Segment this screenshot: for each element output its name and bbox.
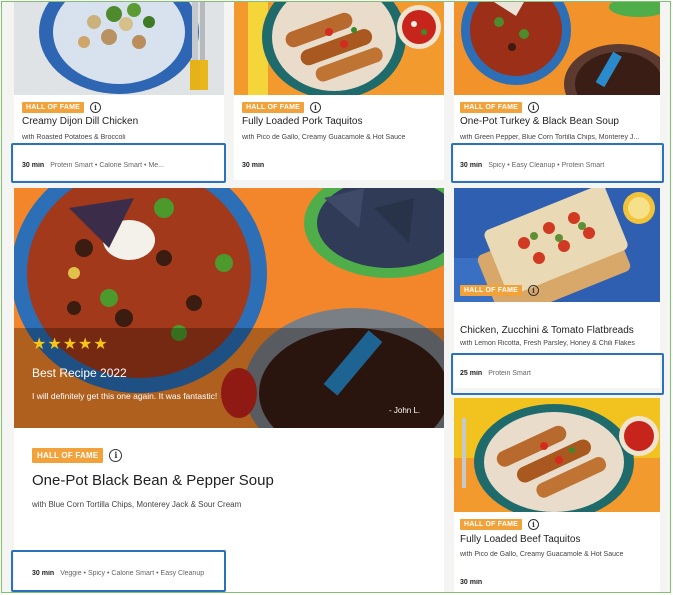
recipe-title[interactable]: Creamy Dijon Dill Chicken bbox=[22, 116, 138, 127]
recipe-subtitle: with Blue Corn Tortilla Chips, Monterey … bbox=[32, 500, 242, 509]
recipe-subtitle: with Green Pepper, Blue Corn Tortilla Ch… bbox=[460, 134, 640, 141]
recipe-subtitle: with Roasted Potatoes & Broccoli bbox=[22, 134, 126, 141]
recipe-title[interactable]: Fully Loaded Beef Taquitos bbox=[460, 534, 580, 545]
featured-recipe-card[interactable]: ★★★★★ Best Recipe 2022 I will definitely… bbox=[14, 188, 444, 592]
hall-of-fame-badge: HALL OF FAME bbox=[460, 519, 522, 530]
hall-of-fame-badge: HALL OF FAME bbox=[32, 448, 104, 463]
recipe-image[interactable] bbox=[454, 398, 660, 512]
cook-time: 30 min bbox=[242, 162, 265, 169]
highlight-box bbox=[451, 143, 664, 183]
recipe-image[interactable] bbox=[14, 2, 224, 95]
recipe-title[interactable]: One-Pot Turkey & Black Bean Soup bbox=[460, 116, 619, 127]
recipe-title[interactable]: One-Pot Black Bean & Pepper Soup bbox=[32, 472, 274, 489]
recipe-subtitle: with Pico de Gallo, Creamy Guacamole & H… bbox=[460, 551, 624, 558]
review-author: - John L. bbox=[389, 406, 421, 415]
highlight-box bbox=[451, 353, 664, 395]
info-icon[interactable]: i bbox=[90, 102, 101, 113]
review-quote: I will definitely get this one again. It… bbox=[32, 391, 218, 401]
hall-of-fame-badge: HALL OF FAME bbox=[22, 102, 84, 113]
highlight-box bbox=[11, 143, 226, 183]
recipe-meta: 30 min bbox=[242, 162, 438, 169]
recipe-title[interactable]: Fully Loaded Pork Taquitos bbox=[242, 116, 362, 127]
info-icon[interactable]: i bbox=[109, 449, 123, 462]
hall-of-fame-badge: HALL OF FAME bbox=[242, 102, 304, 113]
recipe-meta: 30 min bbox=[460, 579, 656, 586]
rating-stars: ★★★★★ bbox=[32, 336, 109, 353]
cook-time: 30 min bbox=[460, 579, 483, 586]
info-icon[interactable]: i bbox=[528, 102, 539, 113]
highlight-box bbox=[11, 550, 226, 592]
recipe-subtitle: with Pico de Gallo, Creamy Guacamole & H… bbox=[242, 134, 406, 141]
recipe-image[interactable] bbox=[454, 2, 660, 95]
info-icon[interactable]: i bbox=[310, 102, 321, 113]
recipe-card-fully-loaded-beef-taquitos[interactable]: HALL OF FAME i Fully Loaded Beef Taquito… bbox=[454, 398, 660, 592]
recipe-subtitle: with Lemon Ricotta, Fresh Parsley, Honey… bbox=[460, 340, 635, 347]
info-icon[interactable]: i bbox=[528, 519, 539, 530]
hall-of-fame-badge: HALL OF FAME bbox=[460, 285, 522, 296]
award-title: Best Recipe 2022 bbox=[32, 366, 127, 380]
info-icon[interactable]: i bbox=[528, 285, 539, 296]
hall-of-fame-badge: HALL OF FAME bbox=[460, 102, 522, 113]
recipe-title[interactable]: Chicken, Zucchini & Tomato Flatbreads bbox=[460, 325, 634, 336]
recipe-grid: HALL OF FAME i Creamy Dijon Dill Chicken… bbox=[1, 1, 671, 593]
recipe-card-fully-loaded-pork-taquitos[interactable]: HALL OF FAME i Fully Loaded Pork Taquito… bbox=[234, 2, 444, 180]
recipe-image[interactable] bbox=[234, 2, 444, 95]
